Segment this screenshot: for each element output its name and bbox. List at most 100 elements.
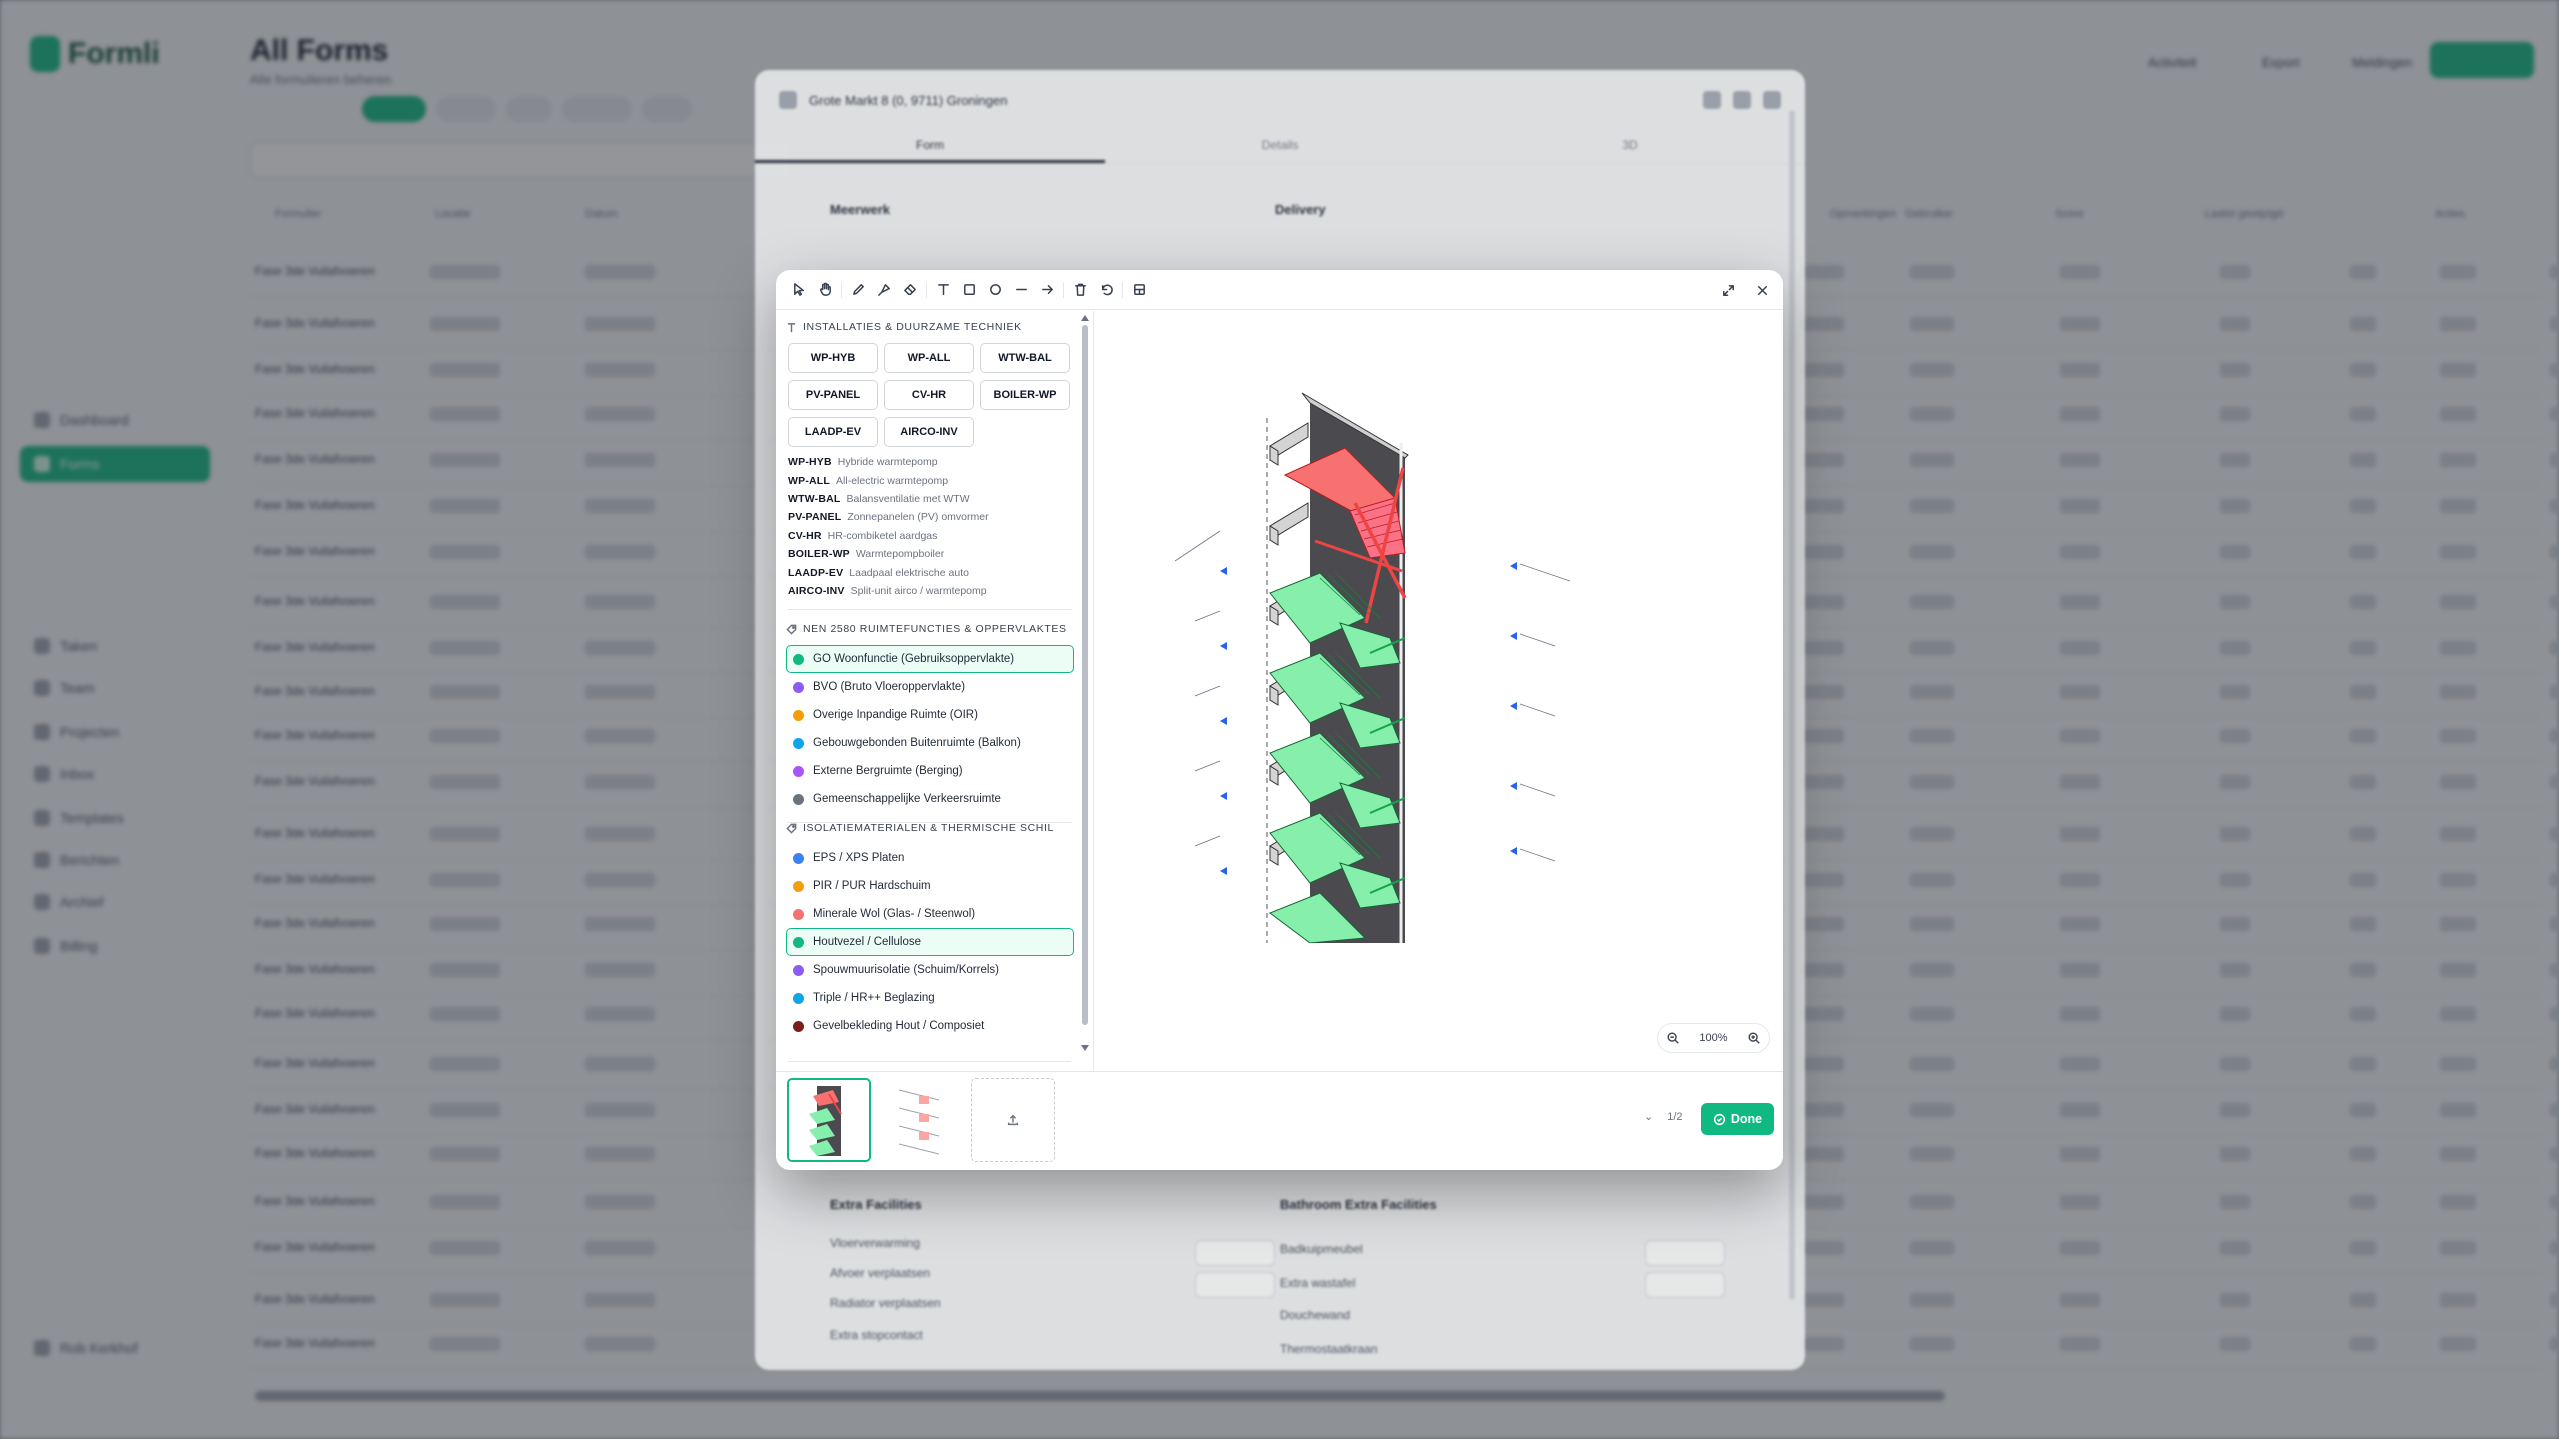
option-label: Overige Inpandige Ruimte (OIR)	[813, 709, 978, 721]
chip-airco-inv[interactable]: AIRCO-INV	[884, 417, 974, 447]
option-label: BVO (Bruto Vloeroppervlakte)	[813, 681, 966, 693]
color-swatch	[793, 880, 804, 892]
tag-icon	[786, 823, 797, 834]
pen-tool[interactable]	[845, 277, 871, 303]
drawing-canvas[interactable]: 100%	[1095, 311, 1783, 1071]
legend-row: CV-HR HR-combiketel aardgas	[788, 527, 1078, 545]
circle-icon	[989, 284, 1001, 295]
chip-wp-all[interactable]: WP-ALL	[884, 343, 974, 373]
chip-boiler-wp[interactable]: BOILER-WP	[980, 380, 1070, 410]
option-label: Minerale Wol (Glas- / Steenwol)	[813, 908, 976, 920]
ellipse-tool[interactable]	[982, 277, 1008, 303]
close-icon	[1757, 285, 1767, 295]
color-swatch	[793, 793, 804, 805]
chip-wtw-bal[interactable]: WTW-BAL	[980, 343, 1070, 373]
chip-wp-hyb[interactable]: WP-HYB	[788, 343, 878, 373]
chip-pv-panel[interactable]: PV-PANEL	[788, 380, 878, 410]
option-bvo[interactable]: BVO (Bruto Vloeroppervlakte)	[786, 673, 1074, 701]
option-label: PIR / PUR Hardschuim	[813, 880, 931, 892]
scroll-up-icon[interactable]	[1081, 315, 1089, 321]
legend-code: WP-ALL	[788, 474, 831, 487]
page-thumbnail-1[interactable]	[787, 1078, 871, 1162]
quantity-stepper[interactable]	[1645, 1240, 1725, 1266]
chevron-down-icon[interactable]: ⌄	[1644, 1110, 1653, 1123]
line-tool[interactable]	[1008, 277, 1034, 303]
option-houtvezel[interactable]: Houtvezel / Cellulose	[786, 928, 1074, 956]
color-swatch	[793, 653, 804, 665]
pointer-icon	[793, 283, 804, 296]
pan-tool[interactable]	[812, 277, 838, 303]
zoom-in-icon[interactable]	[1747, 1031, 1761, 1045]
option-label: Triple / HR++ Beglazing	[813, 992, 935, 1004]
tab-details[interactable]: Details	[1105, 130, 1455, 163]
drawing-editor-modal: INSTALLATIES & DUURZAME TECHNIEK WP-HYB …	[776, 270, 1783, 1170]
done-button[interactable]: Done	[1701, 1103, 1774, 1135]
option-minerale-wol[interactable]: Minerale Wol (Glas- / Steenwol)	[786, 900, 1074, 928]
color-swatch	[793, 852, 804, 864]
scrollbar-thumb[interactable]	[1082, 325, 1088, 1025]
sidebar-scrollbar[interactable]	[1081, 315, 1089, 1051]
option-beglazing[interactable]: Triple / HR++ Beglazing	[786, 984, 1074, 1012]
edit-icon[interactable]	[1733, 91, 1751, 109]
tab-form[interactable]: Form	[755, 130, 1105, 163]
fullscreen-button[interactable]	[1715, 277, 1741, 303]
option-go-woonfunctie[interactable]: GO Woonfunctie (Gebruiksoppervlakte)	[786, 645, 1074, 673]
zoom-out-icon[interactable]	[1666, 1031, 1680, 1045]
eraser-tool[interactable]	[897, 277, 923, 303]
legend-desc: Split-unit airco / warmtepomp	[850, 584, 987, 597]
color-swatch	[793, 964, 804, 976]
arrow-tool[interactable]	[1034, 277, 1060, 303]
quantity-stepper[interactable]	[1645, 1272, 1725, 1298]
option-berging[interactable]: Externe Bergruimte (Berging)	[786, 757, 1074, 785]
section-meerwerk: Meerwerk	[830, 202, 890, 217]
check-circle-icon	[1713, 1113, 1725, 1125]
settings-icon[interactable]	[1703, 91, 1721, 109]
undo-tool[interactable]	[1093, 277, 1119, 303]
delete-tool[interactable]	[1067, 277, 1093, 303]
legend-code: LAADP-EV	[788, 566, 844, 579]
close-icon[interactable]	[779, 91, 797, 109]
tab-3d[interactable]: 3D	[1455, 130, 1805, 163]
option-eps-xps[interactable]: EPS / XPS Platen	[786, 844, 1074, 872]
option-verkeersruimte[interactable]: Gemeenschappelijke Verkeersruimte	[786, 785, 1074, 813]
legend-desc: HR-combiketel aardgas	[827, 529, 938, 542]
legend-desc: Laadpaal elektrische auto	[849, 566, 969, 579]
chip-laadp-ev[interactable]: LAADP-EV	[788, 417, 878, 447]
nen-options: GO Woonfunctie (Gebruiksoppervlakte) BVO…	[786, 645, 1074, 813]
close-button[interactable]	[1749, 277, 1775, 303]
color-swatch	[793, 709, 804, 721]
option-spouwmuur[interactable]: Spouwmuurisolatie (Schuim/Korrels)	[786, 956, 1074, 984]
section-bathroom-facilities: Bathroom Extra Facilities	[1280, 1197, 1437, 1212]
page-strip: ⌄ 1/2 Done	[776, 1071, 1783, 1170]
legend-row: WP-HYB Hybride warmtepomp	[788, 453, 1078, 471]
toolbar-divider	[1063, 281, 1064, 298]
text-tool[interactable]	[930, 277, 956, 303]
chip-cv-hr[interactable]: CV-HR	[884, 380, 974, 410]
form-panel-scrollbar[interactable]	[1789, 110, 1795, 1300]
quantity-stepper[interactable]	[1195, 1272, 1275, 1298]
text-icon	[937, 284, 949, 295]
highlighter-icon	[877, 284, 890, 296]
select-tool[interactable]	[786, 277, 812, 303]
option-pir-pur[interactable]: PIR / PUR Hardschuim	[786, 872, 1074, 900]
quantity-stepper[interactable]	[1195, 1240, 1275, 1266]
rectangle-tool[interactable]	[956, 277, 982, 303]
highlighter-tool[interactable]	[871, 277, 897, 303]
option-gevelbekleding[interactable]: Gevelbekleding Hout / Composiet	[786, 1012, 1074, 1040]
option-oir[interactable]: Overige Inpandige Ruimte (OIR)	[786, 701, 1074, 729]
page-thumbnail-2[interactable]	[879, 1078, 963, 1162]
save-icon[interactable]	[1763, 91, 1781, 109]
layers-tool[interactable]	[1126, 277, 1152, 303]
section-extra-facilities: Extra Facilities	[830, 1197, 922, 1212]
eraser-icon	[903, 284, 916, 295]
option-label: Gevelbekleding Hout / Composiet	[813, 1020, 985, 1032]
option-balkon[interactable]: Gebouwgebonden Buitenruimte (Balkon)	[786, 729, 1074, 757]
grid-icon	[1133, 284, 1145, 295]
legend-row: WP-ALL All-electric warmtepomp	[788, 471, 1078, 489]
legend-desc: Zonnepanelen (PV) omvormer	[847, 511, 989, 524]
upload-page-button[interactable]	[971, 1078, 1055, 1162]
section-divider	[788, 609, 1071, 610]
facility-item: Vloerverwarming	[830, 1236, 921, 1250]
scroll-down-icon[interactable]	[1081, 1045, 1089, 1051]
form-panel-title: Grote Markt 8 (0, 9711) Groningen	[809, 92, 1008, 108]
